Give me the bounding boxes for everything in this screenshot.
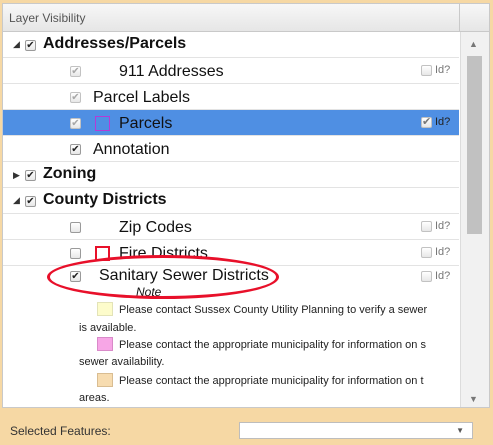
- layer-group-zoning: ▶ ✔ Zoning: [3, 162, 459, 188]
- layer-annotation: ✔ Annotation: [3, 136, 459, 162]
- zoning-checkbox[interactable]: ✔: [25, 170, 36, 181]
- layer-list-scrollbar[interactable]: ▲ ▼: [460, 32, 489, 407]
- fire-districts-label: Fire Districts: [119, 245, 208, 262]
- id-label: Id?: [435, 64, 451, 76]
- header-corner: [459, 4, 489, 32]
- layer-visibility-panel: Layer Visibility ◢ ✔ Addresses/Parcels ✔…: [2, 3, 490, 408]
- legend-text-1: Please contact Sussex County Utility Pla…: [119, 304, 428, 316]
- parcels-id-toggle[interactable]: ✔ Id?: [421, 116, 457, 130]
- id-label: Id?: [435, 116, 451, 128]
- parcels-checkbox[interactable]: ✔: [70, 118, 81, 129]
- legend-swatch-sewer-municipality: [97, 337, 113, 351]
- sanitary-sewer-checkbox[interactable]: ✔: [70, 271, 81, 282]
- id-label: Id?: [435, 270, 451, 282]
- layer-911-addresses: ✔ 911 Addresses Id?: [3, 58, 459, 84]
- zoning-label: Zoning: [43, 165, 97, 182]
- chevron-down-icon: ▼: [456, 426, 464, 435]
- legend-text-2: Please contact the appropriate municipal…: [119, 339, 426, 351]
- parcels-id-checkbox[interactable]: ✔: [421, 117, 432, 128]
- zip-codes-id-toggle[interactable]: Id?: [421, 220, 457, 234]
- fire-districts-id-checkbox[interactable]: [421, 247, 432, 258]
- scrollbar-thumb[interactable]: [467, 56, 482, 234]
- layer-zip-codes: Zip Codes Id?: [3, 214, 459, 240]
- layer-fire-districts: Fire Districts Id?: [3, 240, 459, 266]
- county-districts-checkbox[interactable]: ✔: [25, 196, 36, 207]
- legend-text-1-cont: is available.: [79, 322, 137, 334]
- 911-addresses-checkbox[interactable]: ✔: [70, 66, 81, 77]
- legend-text-3-cont: areas.: [79, 392, 110, 404]
- 911-addresses-label: 911 Addresses: [119, 63, 224, 80]
- sanitary-sewer-id-checkbox[interactable]: [421, 271, 432, 282]
- parcel-labels-checkbox[interactable]: ✔: [70, 92, 81, 103]
- note-title: Note: [136, 285, 162, 299]
- sanitary-sewer-id-toggle[interactable]: Id?: [421, 270, 457, 284]
- fire-districts-color-swatch: [95, 246, 110, 261]
- legend-text-2-cont: sewer availability.: [79, 356, 165, 368]
- legend-swatch-municipality-areas: [97, 373, 113, 387]
- 911-addresses-id-checkbox[interactable]: [421, 65, 432, 76]
- layer-group-addresses-parcels: ◢ ✔ Addresses/Parcels: [3, 32, 459, 58]
- layer-parcels[interactable]: ✔ Parcels ✔ Id?: [3, 110, 459, 136]
- 911-addresses-id-toggle[interactable]: Id?: [421, 64, 457, 78]
- addresses-parcels-label: Addresses/Parcels: [43, 35, 187, 52]
- expand-triangle-icon[interactable]: ▶: [13, 170, 20, 181]
- legend-swatch-sewer-county: [97, 302, 113, 316]
- panel-title: Layer Visibility: [3, 4, 459, 32]
- zip-codes-id-checkbox[interactable]: [421, 221, 432, 232]
- zip-codes-checkbox[interactable]: [70, 222, 81, 233]
- layer-group-county-districts: ◢ ✔ County Districts: [3, 188, 459, 214]
- parcels-label: Parcels: [119, 115, 173, 132]
- parcels-color-swatch: [95, 116, 110, 131]
- scroll-up-arrow-icon[interactable]: ▲: [469, 39, 478, 49]
- selected-features-dropdown[interactable]: ▼: [239, 422, 473, 439]
- addresses-parcels-checkbox[interactable]: ✔: [25, 40, 36, 51]
- sanitary-sewer-label: Sanitary Sewer Districts: [99, 267, 269, 284]
- fire-districts-id-toggle[interactable]: Id?: [421, 246, 457, 260]
- zip-codes-label: Zip Codes: [119, 219, 192, 236]
- collapse-triangle-icon[interactable]: ◢: [13, 195, 20, 206]
- scroll-down-arrow-icon[interactable]: ▼: [469, 394, 478, 404]
- county-districts-label: County Districts: [43, 191, 167, 208]
- collapse-triangle-icon[interactable]: ◢: [13, 39, 20, 50]
- selected-features-label: Selected Features:: [10, 424, 111, 438]
- parcel-labels-label: Parcel Labels: [93, 89, 190, 106]
- fire-districts-checkbox[interactable]: [70, 248, 81, 259]
- layer-parcel-labels: ✔ Parcel Labels: [3, 84, 459, 110]
- legend-text-3: Please contact the appropriate municipal…: [119, 375, 424, 387]
- annotation-label: Annotation: [93, 141, 170, 158]
- id-label: Id?: [435, 220, 451, 232]
- id-label: Id?: [435, 246, 451, 258]
- annotation-checkbox[interactable]: ✔: [70, 144, 81, 155]
- layer-list: ◢ ✔ Addresses/Parcels ✔ 911 Addresses Id…: [3, 32, 459, 407]
